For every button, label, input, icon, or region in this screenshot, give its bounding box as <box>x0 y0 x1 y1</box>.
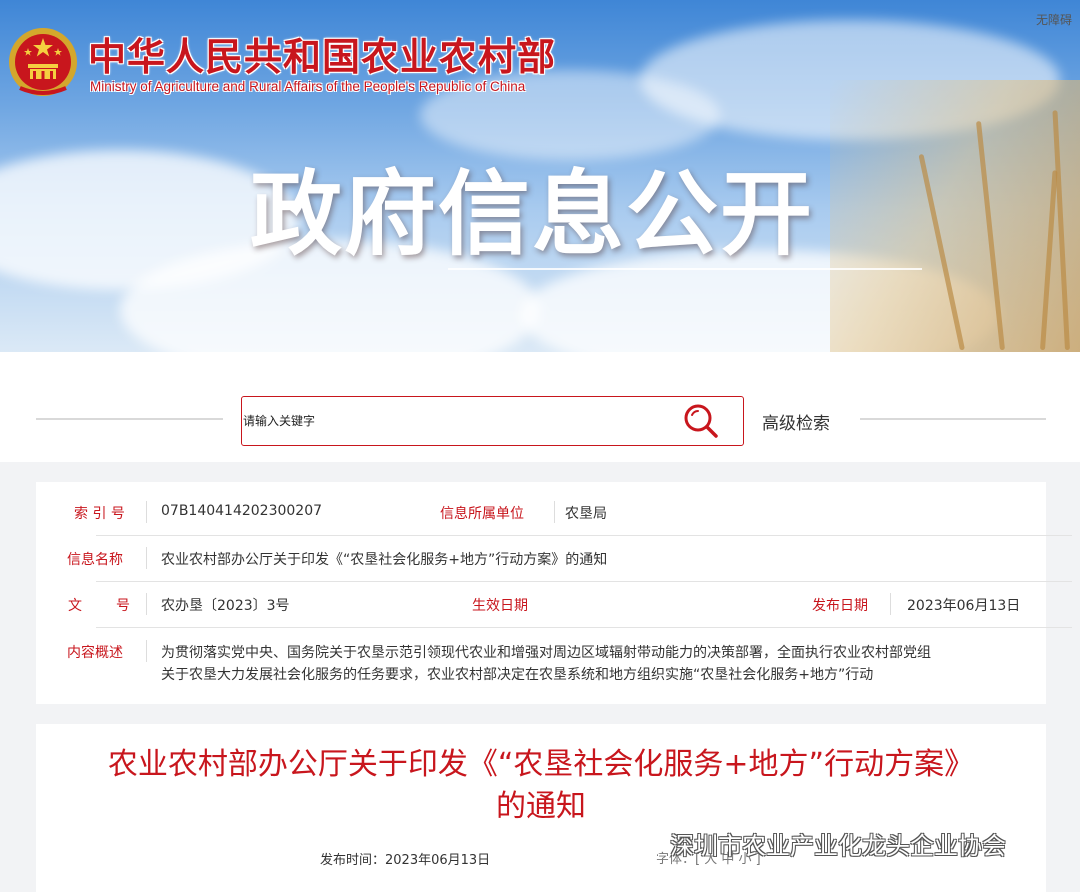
search-input[interactable] <box>243 398 663 444</box>
column-divider <box>146 640 147 662</box>
summary-line-1: 为贯彻落实党中央、国务院关于农垦示范引领现代农业和增强对周边区域辐射带动能力的决… <box>161 645 931 661</box>
publish-date-label: 发布日期 <box>812 598 868 614</box>
article-title: 农业农村部办公厅关于印发《“农垦社会化服务+地方”行动方案》的通知 <box>107 747 975 824</box>
watermark-text: 深圳市农业产业化龙头企业协会 <box>670 832 1006 860</box>
doc-number-label-2: 号 <box>116 598 130 614</box>
banner-divider <box>448 268 922 270</box>
column-divider <box>554 501 555 523</box>
summary-line-2: 关于农垦大力发展社会化服务的任务要求，农业农村部决定在农垦系统和地方组织实施“农… <box>161 667 874 683</box>
index-number-label: 索 引 号 <box>74 506 125 522</box>
site-title[interactable]: 中华人民共和国农业农村部 <box>88 26 556 81</box>
header-banner: 中华人民共和国农业农村部 Ministry of Agriculture and… <box>0 0 1080 352</box>
column-divider <box>890 593 891 615</box>
doc-number-label-1: 文 <box>68 598 82 614</box>
search-divider-right <box>860 418 1046 420</box>
info-name-value: 农业农村部办公厅关于印发《“农垦社会化服务+地方”行动方案》的通知 <box>161 552 608 568</box>
site-subtitle: Ministry of Agriculture and Rural Affair… <box>90 79 526 94</box>
wechat-icon <box>630 831 664 855</box>
doc-number-value: 农办垦〔2023〕3号 <box>161 598 290 614</box>
column-divider <box>146 501 147 523</box>
column-divider <box>146 547 147 569</box>
publish-date-value: 2023年06月13日 <box>907 598 1021 614</box>
article-publish-time: 发布时间：2023年06月13日 <box>320 853 491 868</box>
info-name-label: 信息名称 <box>67 552 123 568</box>
advanced-search-link[interactable]: 高级检索 <box>762 409 830 434</box>
row-divider <box>96 535 1072 536</box>
row-divider <box>96 581 1072 582</box>
search-icon[interactable] <box>682 402 720 440</box>
accessibility-link[interactable]: 无障碍 <box>1036 11 1072 28</box>
row-divider <box>96 627 1072 628</box>
banner-heading: 政府信息公开 <box>250 161 815 268</box>
search-divider-left <box>36 418 223 420</box>
summary-label: 内容概述 <box>67 645 123 661</box>
unit-value: 农垦局 <box>565 506 607 522</box>
watermark: 深圳市农业产业化龙头企业协会 <box>630 826 1006 861</box>
index-number-value: 07B140414202300207 <box>161 503 323 519</box>
effective-date-label: 生效日期 <box>472 598 528 614</box>
national-emblem-icon <box>9 28 77 96</box>
search-box[interactable] <box>241 396 744 446</box>
unit-label: 信息所属单位 <box>440 506 524 522</box>
column-divider <box>146 593 147 615</box>
